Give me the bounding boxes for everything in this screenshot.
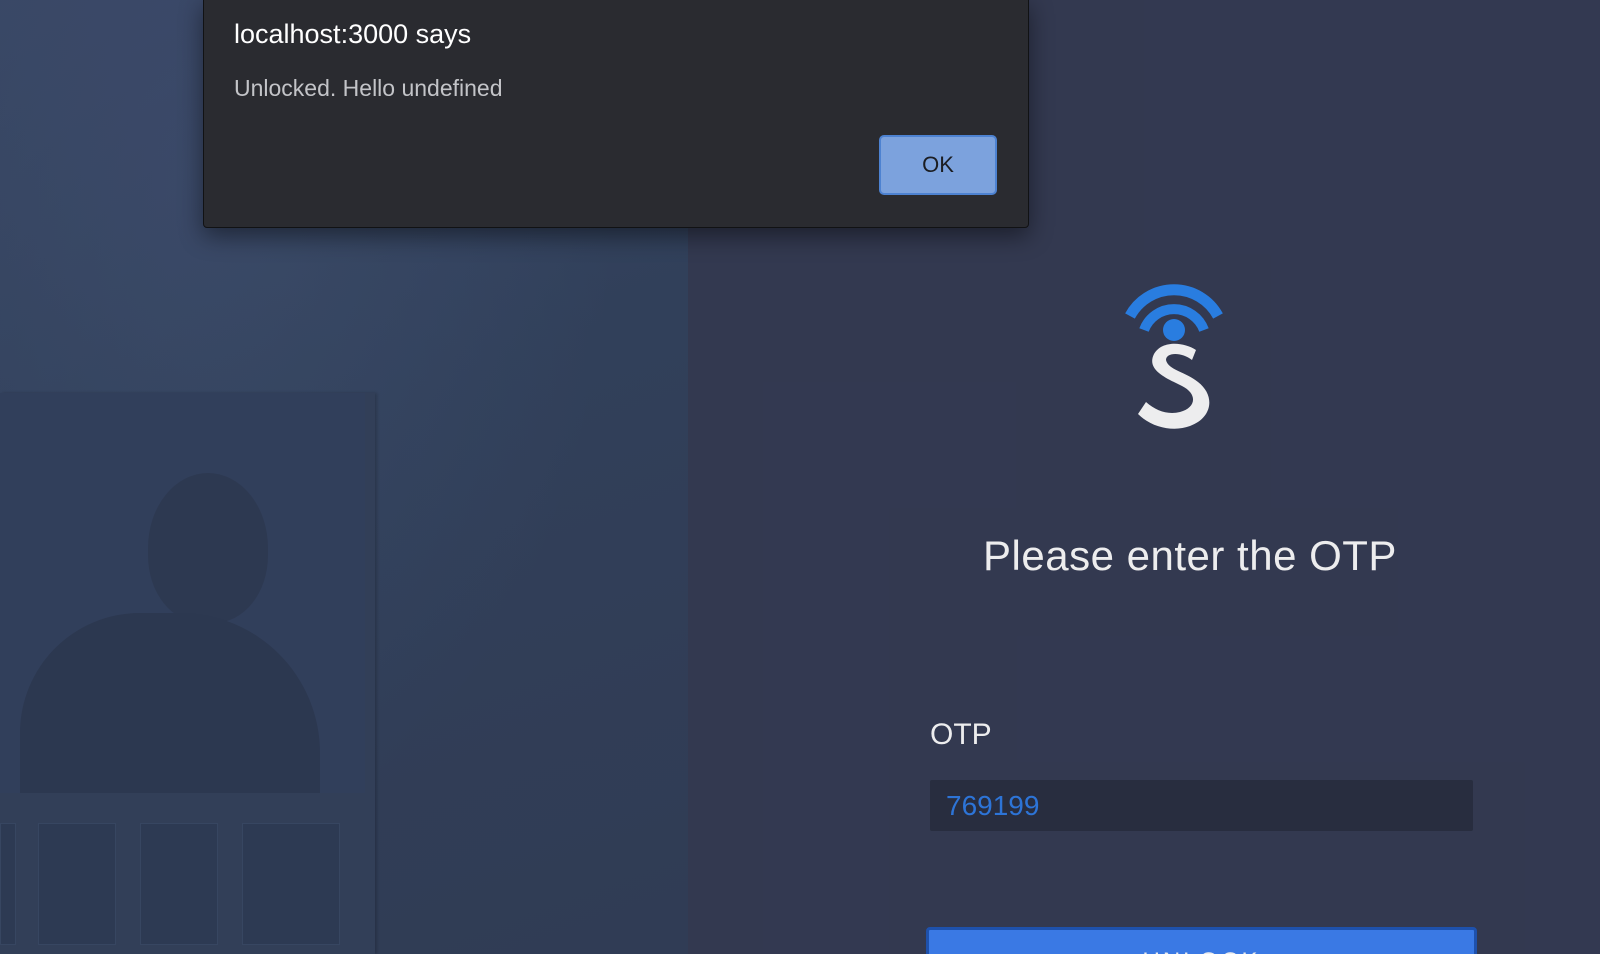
page: Please enter the OTP OTP UNLOCK localhos… <box>0 0 1600 954</box>
ok-button[interactable]: OK <box>879 135 997 195</box>
dialog-message: Unlocked. Hello undefined <box>234 75 503 101</box>
alert-dialog: localhost:3000 says Unlocked. Hello unde… <box>203 0 1029 228</box>
dialog-title: localhost:3000 says <box>234 19 472 49</box>
